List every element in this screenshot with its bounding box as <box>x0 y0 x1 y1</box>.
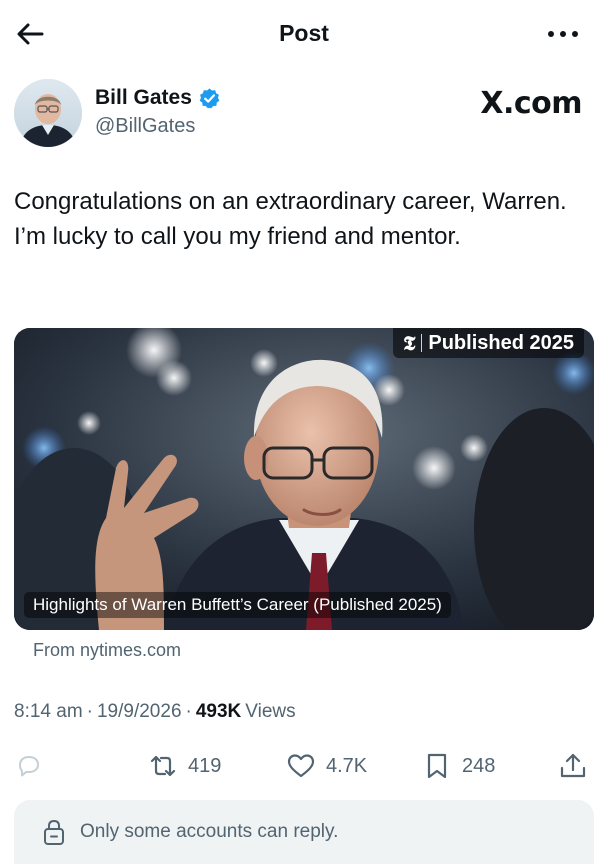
bookmark-icon <box>427 753 447 779</box>
repost-count: 419 <box>188 754 222 777</box>
nyt-logo: 𝕿 <box>403 331 416 355</box>
reply-icon <box>19 756 39 777</box>
views-count: 493K <box>195 701 242 722</box>
action-bar: 419 4.7K 248 <box>14 746 594 786</box>
avatar[interactable] <box>14 79 82 147</box>
article-photo <box>14 328 594 630</box>
post-meta: 8:14 am · 19/9/2026 · 493K Views <box>14 701 296 723</box>
published-label: Published 2025 <box>428 331 574 354</box>
post-time[interactable]: 8:14 am <box>14 701 83 723</box>
bookmark-count: 248 <box>462 754 496 777</box>
avatar-image <box>14 79 82 147</box>
link-preview-card[interactable]: 𝕿 Published 2025 Highlights of Warren Bu… <box>14 328 594 630</box>
author-name-row: Bill Gates <box>95 86 221 110</box>
post-text: Congratulations on an extraordinary care… <box>14 188 567 250</box>
heart-icon <box>287 754 315 778</box>
repost-icon <box>150 755 176 777</box>
x-com-logo: X.com <box>480 86 582 121</box>
share-button[interactable] <box>558 746 588 786</box>
meta-separator: · <box>185 701 192 722</box>
post-date[interactable]: 19/9/2026 <box>97 701 182 723</box>
badge-divider <box>421 334 423 352</box>
repost-button[interactable]: 419 <box>148 746 221 786</box>
author-handle[interactable]: @BillGates <box>95 115 195 138</box>
page-title: Post <box>279 20 329 46</box>
like-count: 4.7K <box>326 754 368 777</box>
published-badge: 𝕿 Published 2025 <box>393 328 584 358</box>
more-options-button[interactable] <box>546 24 580 44</box>
reply-restriction-text: Only some accounts can reply. <box>80 821 339 842</box>
meta-separator: · <box>86 701 93 722</box>
share-icon <box>560 753 586 778</box>
reply-button[interactable] <box>14 746 44 786</box>
lock-icon <box>44 819 64 845</box>
author-name[interactable]: Bill Gates <box>95 86 192 110</box>
reply-restriction-banner: Only some accounts can reply. <box>14 800 594 864</box>
like-button[interactable]: 4.7K <box>286 746 367 786</box>
more-horizontal-icon <box>548 31 578 37</box>
verified-badge-icon <box>199 87 220 108</box>
card-caption: Highlights of Warren Buffett’s Career (P… <box>24 592 451 618</box>
views-label: Views <box>245 701 296 722</box>
bookmark-button[interactable]: 248 <box>422 746 495 786</box>
top-bar: Post <box>0 0 608 68</box>
card-source-domain[interactable]: From nytimes.com <box>33 640 181 661</box>
